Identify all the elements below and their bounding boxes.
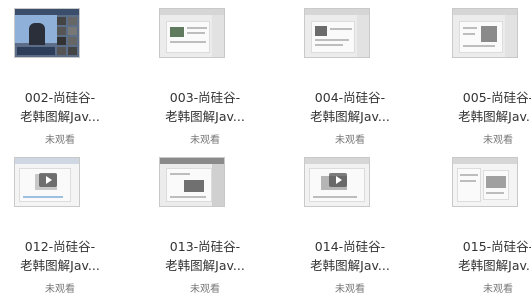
play-icon bbox=[329, 173, 347, 187]
video-thumbnail[interactable] bbox=[304, 157, 370, 207]
video-thumbnail[interactable] bbox=[159, 8, 225, 58]
video-title[interactable]: 003-尚硅谷- 老韩图解Jav... bbox=[145, 88, 265, 126]
video-title[interactable]: 005-尚硅谷- 老韩图解Jav... bbox=[438, 88, 531, 126]
watch-status: 未观看 bbox=[335, 284, 365, 295]
video-title[interactable]: 014-尚硅谷- 老韩图解Jav... bbox=[290, 237, 410, 275]
video-title[interactable]: 012-尚硅谷- 老韩图解Jav... bbox=[0, 237, 120, 275]
video-thumbnail[interactable] bbox=[14, 8, 80, 58]
video-title[interactable]: 013-尚硅谷- 老韩图解Jav... bbox=[145, 237, 265, 275]
video-thumbnail[interactable] bbox=[159, 157, 225, 207]
watch-status: 未观看 bbox=[335, 135, 365, 146]
video-thumbnail[interactable] bbox=[452, 8, 518, 58]
watch-status: 未观看 bbox=[45, 284, 75, 295]
watch-status: 未观看 bbox=[483, 284, 513, 295]
video-title[interactable]: 002-尚硅谷- 老韩图解Jav... bbox=[0, 88, 120, 126]
watch-status: 未观看 bbox=[45, 135, 75, 146]
video-title[interactable]: 015-尚硅谷- 老韩图解Jav... bbox=[438, 237, 531, 275]
watch-status: 未观看 bbox=[190, 135, 220, 146]
video-thumbnail[interactable] bbox=[452, 157, 518, 207]
watch-status: 未观看 bbox=[190, 284, 220, 295]
watch-status: 未观看 bbox=[483, 135, 513, 146]
video-title[interactable]: 004-尚硅谷- 老韩图解Jav... bbox=[290, 88, 410, 126]
video-thumbnail[interactable] bbox=[304, 8, 370, 58]
video-thumbnail[interactable] bbox=[14, 157, 80, 207]
play-icon bbox=[39, 173, 57, 187]
